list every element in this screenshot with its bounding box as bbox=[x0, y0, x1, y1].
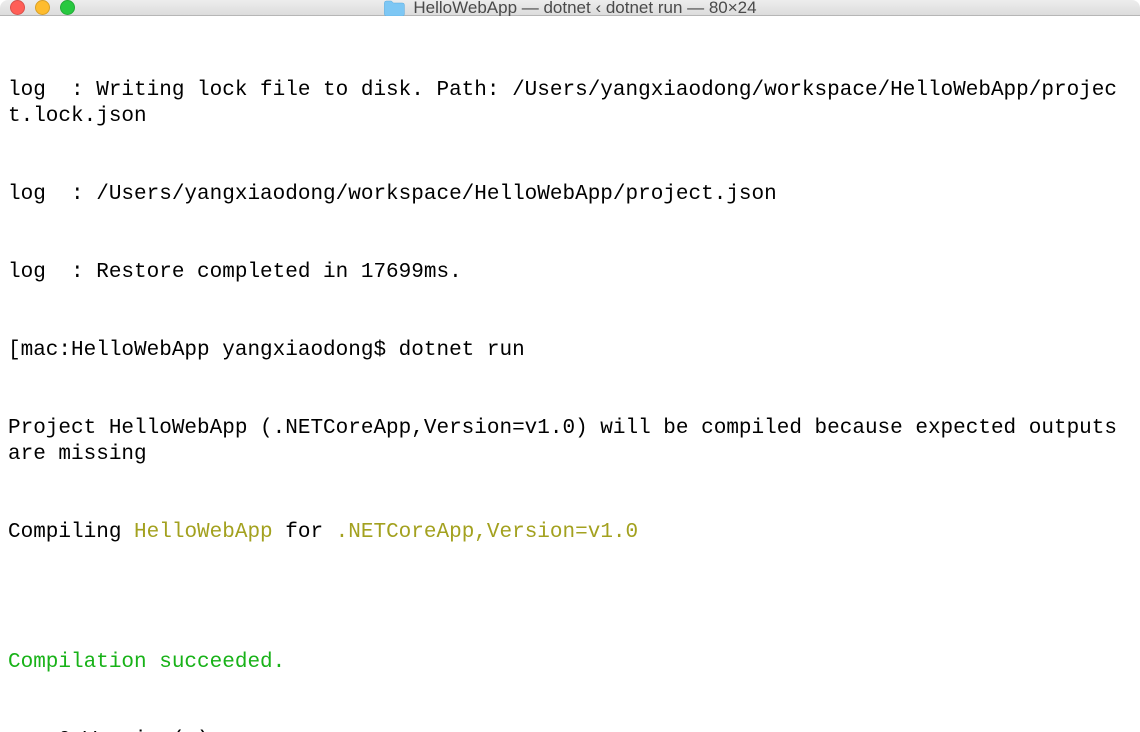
minimize-icon[interactable] bbox=[35, 0, 50, 15]
success-line: Compilation succeeded. bbox=[8, 650, 1132, 676]
window-title: HelloWebApp — dotnet ‹ dotnet run — 80×2… bbox=[383, 0, 756, 18]
log-line: log : /Users/yangxiaodong/workspace/Hell… bbox=[8, 182, 1132, 208]
titlebar: HelloWebApp — dotnet ‹ dotnet run — 80×2… bbox=[0, 0, 1140, 16]
terminal-window: HelloWebApp — dotnet ‹ dotnet run — 80×2… bbox=[0, 0, 1140, 732]
terminal-body[interactable]: log : Writing lock file to disk. Path: /… bbox=[0, 16, 1140, 732]
output-line: Project HelloWebApp (.NETCoreApp,Version… bbox=[8, 416, 1132, 468]
traffic-lights bbox=[10, 0, 75, 15]
window-title-text: HelloWebApp — dotnet ‹ dotnet run — 80×2… bbox=[413, 0, 756, 18]
project-name: HelloWebApp bbox=[134, 521, 273, 544]
compiling-line: Compiling HelloWebApp for .NETCoreApp,Ve… bbox=[8, 520, 1132, 546]
maximize-icon[interactable] bbox=[60, 0, 75, 15]
prompt: [mac:HelloWebApp yangxiaodong$ bbox=[8, 339, 399, 362]
folder-icon bbox=[383, 0, 405, 17]
command-text: dotnet run bbox=[399, 339, 525, 362]
warnings-line: 0 Warning(s) bbox=[8, 728, 1132, 732]
log-line: log : Restore completed in 17699ms. bbox=[8, 260, 1132, 286]
log-line: log : Writing lock file to disk. Path: /… bbox=[8, 78, 1132, 130]
close-icon[interactable] bbox=[10, 0, 25, 15]
framework-name: .NETCoreApp,Version=v1.0 bbox=[336, 521, 638, 544]
prompt-line: [mac:HelloWebApp yangxiaodong$ dotnet ru… bbox=[8, 338, 1132, 364]
